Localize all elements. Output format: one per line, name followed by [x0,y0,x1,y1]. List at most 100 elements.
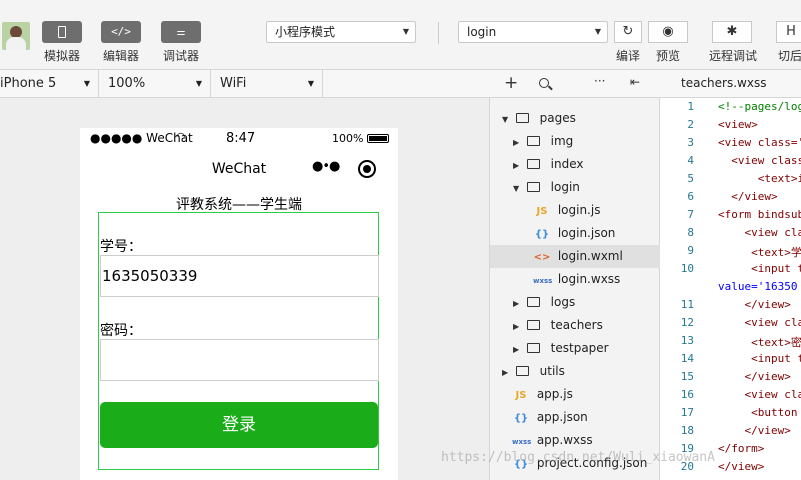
tree-file-app-wxss[interactable]: wxss app.wxss [490,429,660,452]
simulator-label: 模拟器 [43,49,80,63]
tree-folder-img[interactable]: ▶ img [490,130,660,153]
more-icon[interactable]: ··· [594,74,605,88]
page-title: 评教系统——学生端 [176,197,302,213]
js-file-icon: JS [536,206,548,217]
editor-button[interactable]: </> [101,21,141,43]
preview-label: 预览 [655,49,680,63]
wifi-icon: ◠ [176,130,186,143]
folder-icon [526,296,540,307]
code-line: <!--pages/log [718,100,801,113]
folder-icon [526,342,540,353]
tree-file-login-wxss[interactable]: wxss login.wxss [490,268,660,291]
tree-label: teachers [550,318,603,332]
tree-label: utils [539,364,565,378]
line-number: 12 [680,316,694,329]
preview-button[interactable]: ◉ [648,21,688,43]
file-tree-toolbar: + ··· ⇤ [490,70,660,98]
tree-file-app-js[interactable]: JS app.js [490,383,660,406]
tree-label: testpaper [550,341,609,355]
line-number: 5 [687,172,694,185]
chevron-right-icon: ▶ [513,322,520,331]
cut-background-label: 切后 [778,49,801,63]
divider [322,70,323,98]
zoom-select[interactable]: 100% ▼ [98,70,210,98]
mode-select[interactable]: 小程序模式 ▼ [266,21,416,43]
code-line: </view> [718,190,778,203]
chevron-down-icon: ▼ [195,79,202,88]
cut-background-button[interactable]: H [776,21,801,43]
tree-label: login.js [557,203,601,217]
tree-label: app.wxss [536,433,593,447]
line-number: 8 [687,226,694,239]
login-button[interactable]: 登录 [100,402,378,448]
chevron-right-icon: ▶ [513,138,520,147]
line-number: 14 [680,352,694,365]
tree-folder-logs[interactable]: ▶ logs [490,291,660,314]
chevron-down-icon: ▼ [402,27,409,36]
tree-label: logs [550,295,576,309]
code-line: <text>密 [718,336,801,349]
chevron-down-icon: ▼ [83,79,90,88]
simulator-button[interactable] [42,21,82,43]
tree-folder-utils[interactable]: ▶ utils [490,360,660,383]
battery-icon [367,134,389,143]
tree-folder-testpaper[interactable]: ▶ testpaper [490,337,660,360]
remote-debug-button[interactable]: ✱ [712,21,752,43]
phone-screen: ●●●●● WeChat ◠ 8:47 100% WeChat ●•● 评教系统… [80,128,398,480]
tree-folder-pages[interactable]: ▼ pages [490,107,660,130]
chevron-down-icon: ▼ [513,184,520,193]
network-select[interactable]: WiFi ▼ [210,70,322,98]
tree-file-login-json[interactable]: {} login.json [490,222,660,245]
tree-folder-login[interactable]: ▼ login [490,176,660,199]
line-number: 2 [687,118,694,131]
switch-icon: H [786,24,796,39]
tree-folder-teachers[interactable]: ▶ teachers [490,314,660,337]
js-file-icon: JS [515,390,527,401]
code-line: <view class [718,154,801,167]
line-number: 18 [680,424,694,437]
code-editor[interactable]: 1 2 3 4 5 6 7 8 9 10 11 12 13 14 15 16 17 18 19 20 <!--page… [660,98,801,480]
more-icon[interactable]: ●•● [312,159,340,174]
code-line: <view cla [718,316,801,329]
student-id-value: 1635050339 [102,267,198,285]
tree-label: login.wxml [557,249,623,263]
search-icon-handle [548,85,553,91]
line-number: 6 [687,190,694,203]
tree-file-app-json[interactable]: {} app.json [490,406,660,429]
refresh-icon: ↻ [622,24,634,39]
folder-open-icon [526,181,540,192]
student-id-input[interactable]: 1635050339 [100,255,379,297]
code-line: <view cla [718,388,801,401]
folder-open-icon [515,112,529,123]
line-number: 15 [680,370,694,383]
folder-icon [515,365,529,376]
eye-icon: ◉ [662,24,674,39]
device-select[interactable]: iPhone 5 ▼ [0,70,98,98]
main-toolbar: 模拟器 </> 编辑器 ⚌ 调试器 小程序模式 ▼ login ▼ ↻ 编译 ◉… [0,0,801,70]
debugger-button[interactable]: ⚌ [161,21,201,43]
compile-button[interactable]: ↻ [614,21,642,43]
chevron-right-icon: ▶ [513,161,520,170]
tree-label: img [550,134,574,148]
password-input[interactable] [100,339,379,381]
close-capsule-icon[interactable] [358,160,376,178]
collapse-panel-icon[interactable]: ⇤ [630,75,640,89]
json-file-icon: {} [513,413,529,424]
chevron-down-icon: ▼ [307,79,314,88]
tree-file-login-wxml[interactable]: <> login.wxml [490,245,660,268]
wxss-file-icon: wxss [533,277,553,285]
folder-icon [526,158,540,169]
tree-file-login-js[interactable]: JS login.js [490,199,660,222]
nav-title: WeChat [211,161,267,177]
add-icon[interactable]: + [504,73,518,93]
chevron-right-icon: ▶ [513,299,520,308]
debugger-label: 调试器 [162,49,199,63]
avatar[interactable] [2,22,30,50]
code-line: </view> [718,460,765,473]
page-select[interactable]: login ▼ [458,21,608,43]
line-number: 16 [680,388,694,401]
tab-teachers-wxss[interactable]: teachers.wxss [681,76,766,90]
clock-time: 8:47 [226,131,256,146]
tree-folder-index[interactable]: ▶ index [490,153,660,176]
folder-icon [526,319,540,330]
